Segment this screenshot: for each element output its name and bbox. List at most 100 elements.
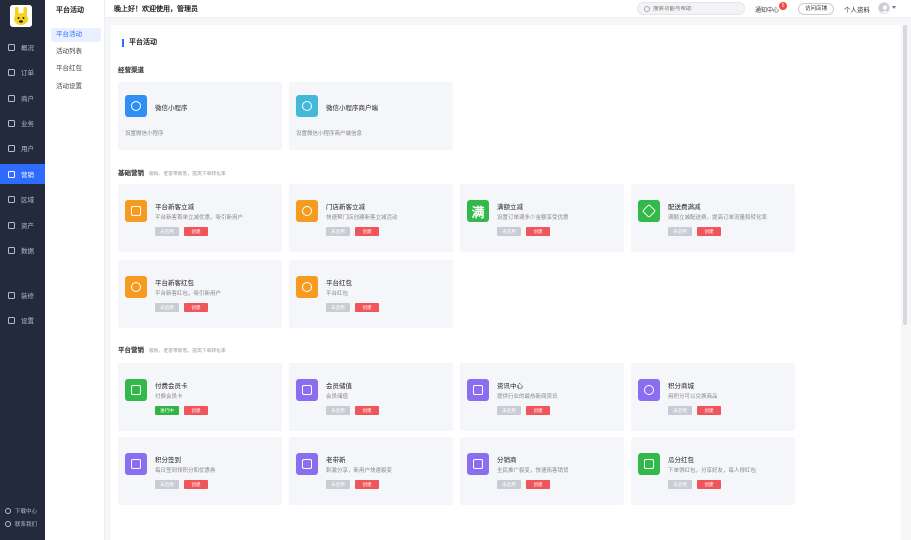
nav-contact-us[interactable]: 联系我们 — [0, 518, 45, 530]
card-new-customer-packet[interactable]: 平台新客红包 平台新客红包，吸引新用户 未启用 创建 — [118, 260, 282, 328]
create-button[interactable]: 创建 — [697, 227, 721, 236]
section-title-channels: 经营渠道 — [118, 67, 144, 74]
page-title: 平台活动 — [122, 39, 157, 47]
status-badge: 未启用 — [668, 227, 692, 236]
status-badge: 未启用 — [497, 480, 521, 489]
card-points-checkin[interactable]: 积分签到 每日签到领积分和优惠券 未启用 创建 — [118, 437, 282, 505]
merchant-icon — [8, 94, 15, 102]
card-platform-packet[interactable]: 平台红包 平台红包 未启用 创建 — [289, 260, 453, 328]
profile-link[interactable]: 个人资料 — [844, 4, 870, 14]
chevron-down-icon[interactable] — [892, 6, 896, 9]
status-badge: 进行中 — [155, 406, 179, 415]
subnav-item-activity-list[interactable]: 活动列表 — [51, 45, 101, 59]
create-button[interactable]: 创建 — [184, 303, 208, 312]
notification-badge: 5 — [779, 2, 787, 10]
create-button[interactable]: 创建 — [184, 480, 208, 489]
user-icon — [8, 144, 15, 152]
nav-item-business[interactable]: 业务 — [0, 113, 45, 133]
status-badge: 未启用 — [326, 303, 350, 312]
nav-item-marketing[interactable]: 营销 — [0, 164, 45, 184]
create-button[interactable]: 创建 — [355, 480, 379, 489]
nav-item-data[interactable]: 数据 — [0, 240, 45, 260]
app-logo[interactable] — [10, 5, 32, 27]
card-full-reduce[interactable]: 满 满额立减 设置订单满多少金额享受优惠 未启用 创建 — [460, 184, 624, 252]
card-distributor[interactable]: 分销商 全民推广裂变，快速拓客销货 未启用 创建 — [460, 437, 624, 505]
card-stored-value[interactable]: 会员储值 会员储值 未启用 创建 — [289, 363, 453, 431]
create-button[interactable]: 创建 — [184, 406, 208, 415]
nav-item-decorate[interactable]: 装修 — [0, 285, 45, 305]
decorate-icon — [8, 291, 15, 299]
nav-item-assets[interactable]: 资产 — [0, 215, 45, 235]
card-platform-new-customer[interactable]: 平台新客立减 平台新客首单立减优惠，吸引新用户 未启用 创建 — [118, 184, 282, 252]
sub-sidebar: 平台活动 平台活动 活动列表 平台红包 活动设置 — [45, 0, 105, 540]
card-wechat-merchant[interactable]: 微信小程序商户端 设置微信小程序商户端信息 — [289, 82, 453, 150]
card-member-card[interactable]: 付费会员卡 付费会员卡 进行中 创建 — [118, 363, 282, 431]
create-button[interactable]: 创建 — [526, 480, 550, 489]
nav-item-region[interactable]: 区域 — [0, 189, 45, 209]
delivery-fee-icon — [638, 200, 660, 222]
create-button[interactable]: 创建 — [184, 227, 208, 236]
region-icon — [8, 195, 15, 203]
card-wechat-mini-program[interactable]: 微信小程序 设置微信小程序 — [118, 82, 282, 150]
dashboard-icon — [8, 43, 15, 51]
visit-store-button[interactable]: 访问店铺 — [798, 3, 834, 15]
card-delivery-fee[interactable]: 配送费满减 满额立减配送费，提高订单流量和转化率 未启用 创建 — [631, 184, 795, 252]
nav-item-overview[interactable]: 概况 — [0, 37, 45, 57]
nav-item-orders[interactable]: 订单 — [0, 62, 45, 82]
news-icon — [467, 379, 489, 401]
nav-download-center[interactable]: 下载中心 — [0, 505, 45, 517]
create-button[interactable]: 创建 — [355, 227, 379, 236]
distributor-icon — [467, 453, 489, 475]
split-packet-icon — [638, 453, 660, 475]
status-badge: 未启用 — [155, 303, 179, 312]
nav-item-merchants[interactable]: 商户 — [0, 88, 45, 108]
notification-center[interactable]: 通知中心 — [755, 5, 779, 14]
search-icon — [644, 5, 650, 12]
status-badge: 未启用 — [497, 227, 521, 236]
status-badge: 未启用 — [497, 406, 521, 415]
status-badge: 未启用 — [326, 227, 350, 236]
create-button[interactable]: 创建 — [355, 406, 379, 415]
card-split-packet[interactable]: 瓜分红包 下单得红包，分享好友，每人得红包 未启用 创建 — [631, 437, 795, 505]
card-news-center[interactable]: 资讯中心 提供行业的最热新闻资讯 未启用 创建 — [460, 363, 624, 431]
nav-item-users[interactable]: 用户 — [0, 138, 45, 158]
marketing-icon — [8, 170, 15, 178]
store-discount-icon — [296, 200, 318, 222]
status-badge: 未启用 — [155, 227, 179, 236]
nav-item-settings[interactable]: 设置 — [0, 310, 45, 330]
create-button[interactable]: 创建 — [526, 406, 550, 415]
card-invite-new[interactable]: 老带新 刺激分享，新用户快速裂变 未启用 创建 — [289, 437, 453, 505]
subnav-item-activity-settings[interactable]: 活动设置 — [51, 80, 101, 94]
mini-program-merchant-icon — [296, 95, 318, 117]
create-button[interactable]: 创建 — [355, 303, 379, 312]
member-card-icon — [125, 379, 147, 401]
top-header: 晚上好！欢迎使用，管理员 通知中心 5 访问店铺 个人资料 — [105, 0, 911, 18]
search-box[interactable] — [637, 2, 745, 15]
status-badge: 未启用 — [668, 480, 692, 489]
create-button[interactable]: 创建 — [697, 406, 721, 415]
data-icon — [8, 246, 15, 254]
stored-value-icon — [296, 379, 318, 401]
greeting-text: 晚上好！欢迎使用，管理员 — [114, 6, 198, 13]
subnav-title: 平台活动 — [56, 7, 84, 14]
headset-icon — [5, 521, 11, 527]
scrollbar[interactable] — [903, 25, 907, 325]
subnav-item-platform-packet[interactable]: 平台红包 — [51, 62, 101, 76]
main-sidebar: 概况 订单 商户 业务 用户 营销 区域 资产 数据 装修 设置 下载中心 联系… — [0, 0, 45, 540]
create-button[interactable]: 创建 — [526, 227, 550, 236]
checkin-icon — [125, 453, 147, 475]
invite-icon — [296, 453, 318, 475]
business-icon — [8, 119, 15, 127]
points-mall-icon — [638, 379, 660, 401]
mini-program-icon — [125, 95, 147, 117]
new-customer-icon — [125, 200, 147, 222]
search-input[interactable] — [653, 5, 738, 12]
card-points-mall[interactable]: 积分商城 用积分可以兑换商品 未启用 创建 — [631, 363, 795, 431]
card-store-new-customer[interactable]: 门店新客立减 快速帮门店创建新客立减活动 未启用 创建 — [289, 184, 453, 252]
create-button[interactable]: 创建 — [697, 480, 721, 489]
red-packet-icon — [125, 276, 147, 298]
main-panel: 平台活动 经营渠道 微信小程序 设置微信小程序 微信小程序商户端 设置微信小程序… — [111, 25, 901, 540]
subnav-item-platform-activity[interactable]: 平台活动 — [51, 28, 101, 42]
avatar[interactable] — [878, 2, 890, 14]
status-badge: 未启用 — [668, 406, 692, 415]
